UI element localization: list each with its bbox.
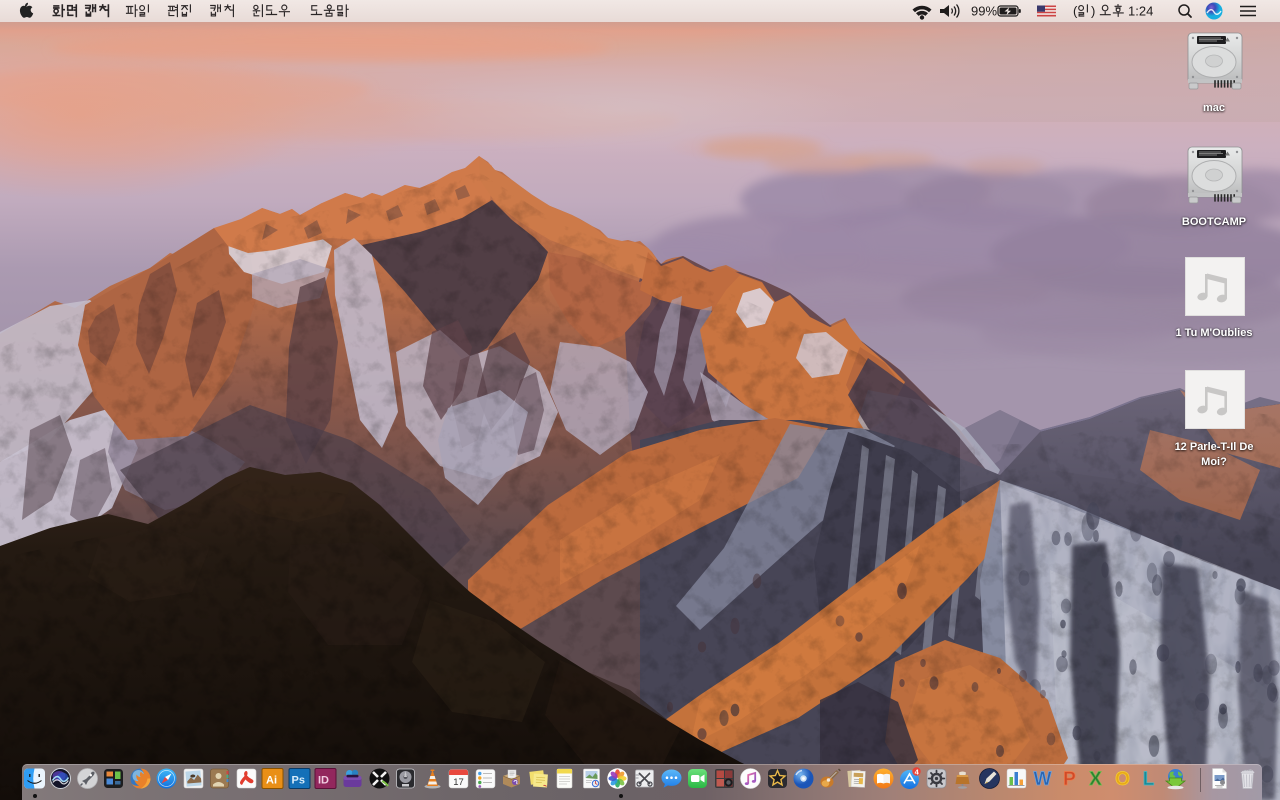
svg-text:ID: ID — [318, 775, 329, 787]
svg-text:X: X — [1089, 769, 1102, 790]
svg-text:99%: 99% — [971, 4, 997, 19]
svg-text:Ps: Ps — [291, 775, 304, 787]
svg-text:(: ( — [1073, 4, 1078, 19]
svg-text:17: 17 — [453, 777, 464, 788]
svg-text:): ) — [1091, 4, 1095, 19]
svg-text:1:24: 1:24 — [1128, 4, 1153, 19]
svg-text:P: P — [1063, 769, 1076, 790]
svg-text:O: O — [1115, 769, 1130, 790]
svg-text:W: W — [1034, 769, 1052, 790]
svg-text:Ai: Ai — [266, 775, 277, 787]
svg-text:L: L — [1143, 769, 1155, 790]
